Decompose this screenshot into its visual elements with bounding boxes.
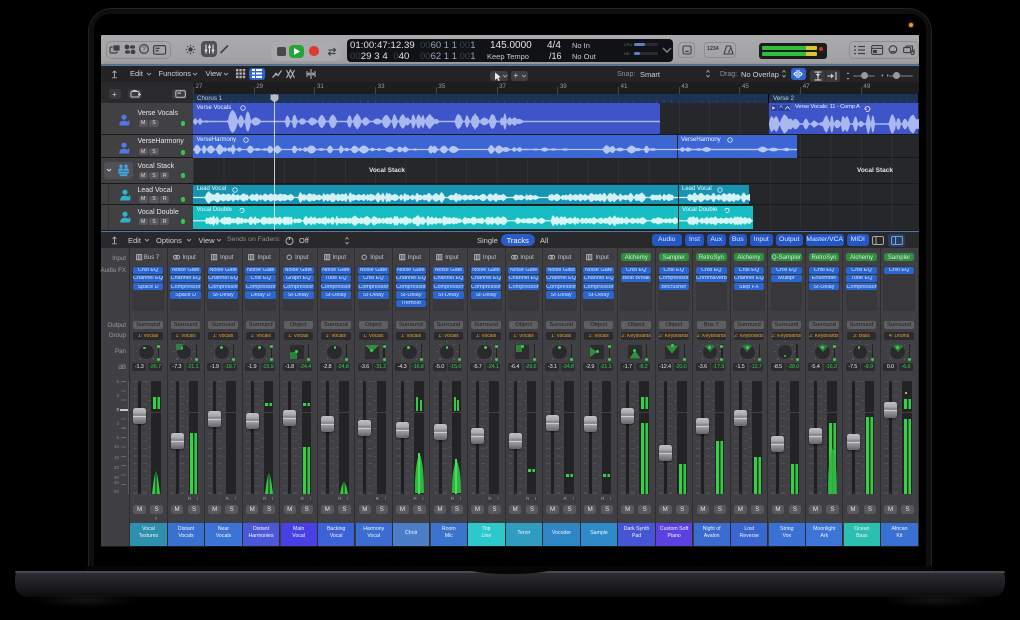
- svg-text:?: ?: [142, 46, 146, 53]
